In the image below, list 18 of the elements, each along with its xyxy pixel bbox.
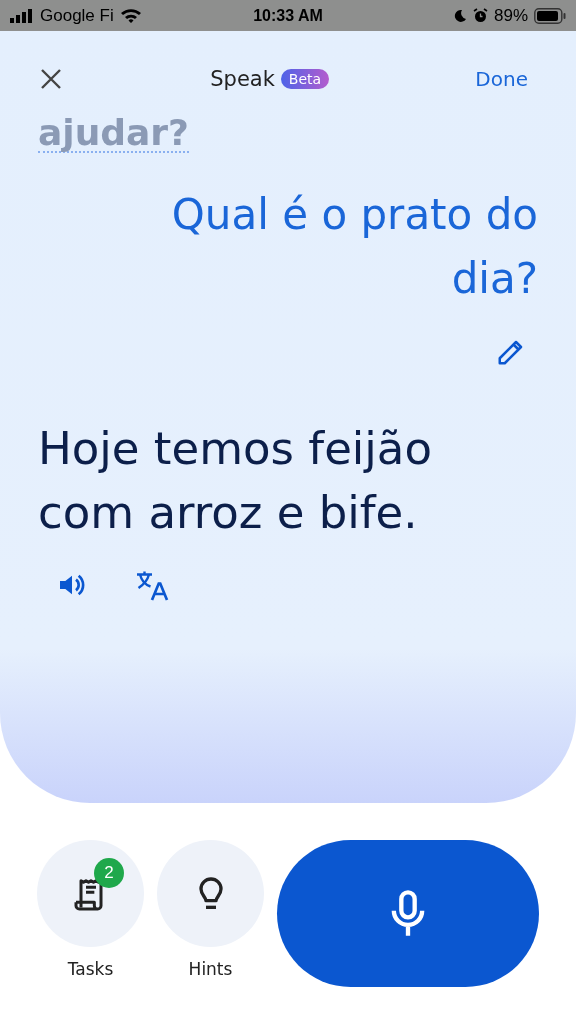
task-count-badge: 2 [94, 858, 124, 888]
screen-title: Speak [210, 67, 275, 91]
wifi-icon [119, 7, 142, 24]
question-text: Qual é o prato do dia? [170, 189, 538, 305]
carrier-name: Google Fi [40, 5, 114, 26]
status-time: 10:33 AM [253, 6, 323, 25]
beta-badge: Beta [280, 69, 330, 89]
alarm-clock-icon [472, 8, 488, 23]
tasks-button[interactable]: 2 [37, 840, 144, 947]
moon-icon [452, 8, 467, 23]
battery-icon [534, 7, 566, 24]
battery-percent: 89% [493, 5, 528, 26]
previous-message: ajudar? [38, 115, 189, 153]
action-label: Tasks [67, 959, 114, 979]
signal-icon [10, 8, 34, 23]
answer-text: Hoje temos feijão com arroz e bife. [38, 421, 433, 541]
done-button[interactable]: Done [475, 67, 528, 91]
action-label: Hints [188, 959, 233, 979]
